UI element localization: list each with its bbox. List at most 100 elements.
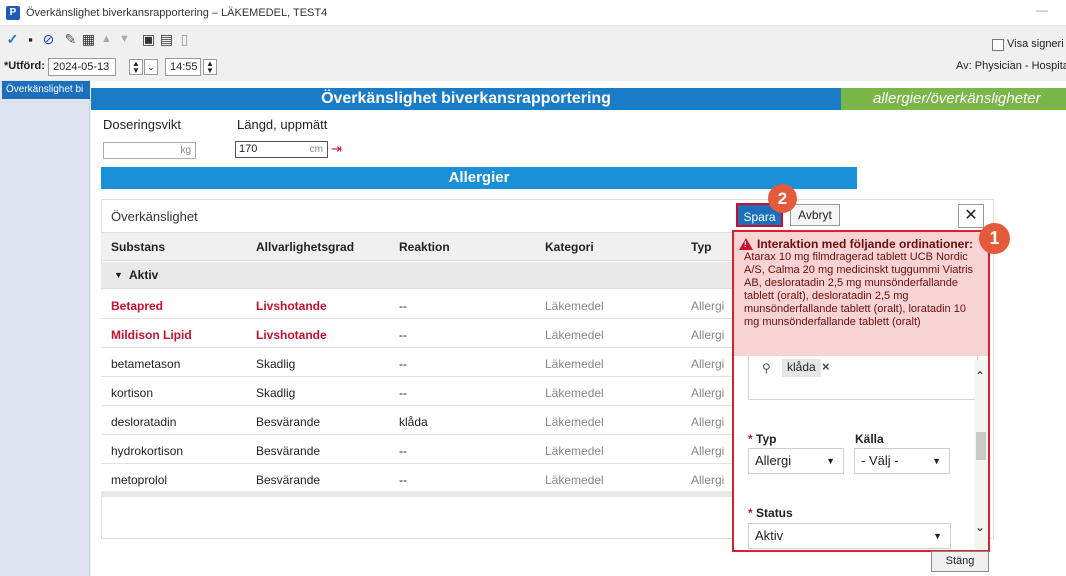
stang-button[interactable]: Stäng — [931, 551, 989, 572]
table-row[interactable]: desloratadin Besvärande klåda Läkemedel Alle… — [101, 406, 741, 435]
visa-signering-checkbox[interactable] — [992, 39, 1004, 51]
cell-grad: Besvärande — [256, 415, 321, 429]
dose-unit: kg — [180, 145, 191, 156]
form-header-category: allergier/överkänsligheter — [841, 88, 1066, 110]
col-reaktion[interactable]: Reaktion — [399, 240, 450, 254]
cell-kategori: Läkemedel — [545, 473, 604, 487]
window-title: Överkänslighet biverkansrapportering – L… — [26, 7, 328, 19]
cell-typ: Allergi — [691, 415, 725, 429]
cell-typ: Allergi — [691, 299, 725, 313]
typ-label: * Typ — [748, 432, 777, 446]
cell-substans: betametason — [111, 357, 181, 371]
avbryt-button[interactable]: Avbryt — [790, 204, 840, 226]
cell-typ: Allergi — [691, 386, 725, 400]
form-icon[interactable]: ▦ — [80, 31, 97, 48]
date-spinner[interactable]: ▲ ▼ — [129, 59, 143, 75]
dose-field[interactable]: kg — [103, 142, 196, 159]
cell-kategori: Läkemedel — [545, 328, 604, 342]
chevron-up-icon[interactable]: ⌃ — [975, 369, 985, 383]
group-label: Aktiv — [129, 268, 159, 282]
cell-reaktion: -- — [399, 444, 407, 458]
cell-kategori: Läkemedel — [545, 299, 604, 313]
length-field[interactable]: 170 cm — [235, 141, 328, 158]
length-label: Längd, uppmätt — [237, 117, 328, 132]
table-row[interactable]: hydrokortison Besvärande -- Läkemedel Allerg… — [101, 435, 741, 464]
cell-grad: Skadlig — [256, 386, 296, 400]
arrow-down-icon[interactable]: ▼ — [116, 31, 133, 48]
scroll-thumb[interactable] — [976, 432, 986, 460]
cell-typ: Allergi — [691, 473, 725, 487]
table-row[interactable]: Betapred Livshotande -- Läkemedel Allergi — [101, 290, 741, 319]
cell-reaktion: -- — [399, 299, 407, 313]
table-row[interactable]: Mildison Lipid Livshotande -- Läkemedel Alle… — [101, 319, 741, 348]
cell-substans: metoprolol — [111, 473, 168, 487]
remove-tag-icon[interactable]: × — [822, 359, 830, 374]
cell-grad: Livshotande — [256, 328, 327, 342]
section-title: Överkänslighet — [111, 209, 198, 224]
save-disk-icon[interactable]: ▪ — [22, 31, 39, 48]
date-field[interactable]: 2024-05-13 — [48, 58, 116, 76]
annotation-marker-2: 2 — [768, 184, 797, 213]
monitor-icon[interactable]: ▣ — [140, 31, 157, 48]
document-icon[interactable]: ▯ — [176, 31, 193, 48]
caret-down-icon[interactable]: ▼ — [114, 270, 123, 280]
visa-signering-label: Visa signeri — [1007, 38, 1064, 50]
cell-grad: Livshotande — [256, 299, 327, 313]
table-row[interactable]: betametason Skadlig -- Läkemedel Allergi — [101, 348, 741, 377]
col-substans[interactable]: Substans — [111, 240, 165, 254]
arrow-up-icon[interactable]: ▲ — [98, 31, 115, 48]
add-measurement-icon[interactable]: ⇥ — [331, 141, 345, 157]
sign-check-icon[interactable]: ✓ — [4, 31, 21, 48]
left-panel — [0, 80, 90, 576]
caret-down-icon: ▼ — [826, 456, 835, 466]
toolbar: ✓ ▪ ⊘ ✎ ▦ ▲ ▼ ▣ ▤ ▯ — [0, 27, 1066, 53]
group-row-aktiv[interactable] — [101, 262, 741, 289]
dose-label: Doseringsvikt — [103, 117, 182, 132]
cell-kategori: Läkemedel — [545, 444, 604, 458]
cell-typ: Allergi — [691, 444, 725, 458]
annotation-marker-1: 1 — [979, 223, 1010, 254]
cell-substans: hydrokortison — [111, 444, 184, 458]
table-row[interactable]: kortison Skadlig -- Läkemedel Allergi — [101, 377, 741, 406]
minimize-button[interactable]: — — [1036, 3, 1048, 17]
reaction-tag: klåda — [782, 359, 821, 377]
cell-kategori: Läkemedel — [545, 357, 604, 371]
col-typ[interactable]: Typ — [691, 240, 711, 254]
time-spinner[interactable]: ▲ ▼ — [203, 59, 217, 75]
chevron-down-icon[interactable]: ⌄ — [975, 520, 985, 534]
col-allvarlighetsgrad[interactable]: Allvarlighetsgrad — [256, 240, 354, 254]
kalla-select[interactable]: - Välj - ▼ — [854, 448, 950, 474]
calendar-icon[interactable]: ▤ — [158, 31, 175, 48]
cell-reaktion: -- — [399, 473, 407, 487]
cell-grad: Skadlig — [256, 357, 296, 371]
length-value: 170 — [239, 143, 258, 155]
caret-down-icon: ▼ — [933, 531, 942, 541]
cell-reaktion: -- — [399, 386, 407, 400]
status-label: * Status — [748, 506, 793, 520]
cell-reaktion: -- — [399, 328, 407, 342]
close-icon[interactable]: ✕ — [958, 204, 984, 228]
form-header: Överkänslighet biverkansrapportering — [91, 88, 841, 110]
cell-substans: kortison — [111, 386, 154, 400]
nav-item-overkanslighet[interactable]: Överkänslighet bi — [2, 81, 90, 99]
author-label: Av: Physician - Hospitalis — [956, 60, 1066, 72]
date-dropdown-icon[interactable]: ⌄ — [144, 59, 158, 75]
time-field[interactable]: 14:55 — [165, 58, 201, 76]
cell-reaktion: klåda — [399, 415, 428, 429]
cell-substans: Betapred — [111, 299, 164, 313]
cancel-circle-icon[interactable]: ⊘ — [40, 31, 57, 48]
cell-typ: Allergi — [691, 328, 725, 342]
col-kategori[interactable]: Kategori — [545, 240, 594, 254]
app-icon: P — [6, 6, 20, 20]
tools-icon[interactable]: ✎ — [62, 31, 79, 48]
cell-kategori: Läkemedel — [545, 386, 604, 400]
table-row[interactable]: metoprolol Besvärande -- Läkemedel Allergi — [101, 464, 741, 493]
typ-select[interactable]: Allergi ▼ — [748, 448, 844, 474]
search-icon: ⚲ — [762, 361, 771, 375]
group-row-inactive — [101, 491, 741, 497]
caret-down-icon: ▼ — [932, 456, 941, 466]
cell-substans: Mildison Lipid — [111, 328, 192, 342]
allergier-section-header: Allergier — [101, 167, 857, 189]
utford-label: *Utförd: — [4, 60, 45, 72]
status-select[interactable]: Aktiv ▼ — [748, 523, 951, 549]
